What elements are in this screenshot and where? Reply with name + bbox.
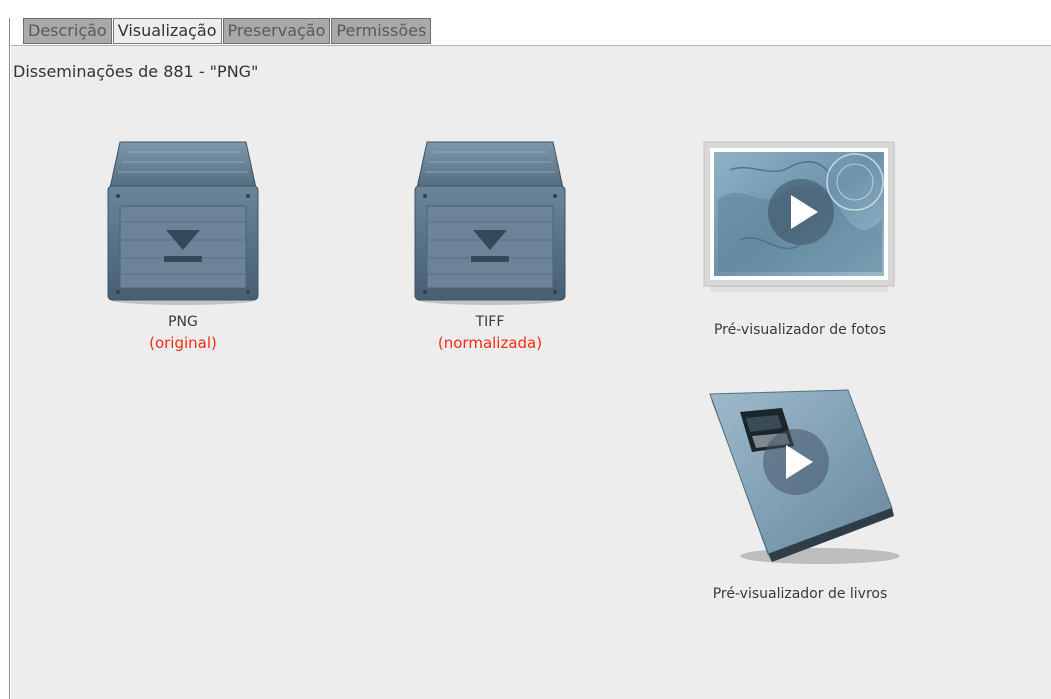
item-label: TIFF — [475, 314, 505, 330]
tab-visualizacao[interactable]: Visualização — [112, 18, 222, 44]
item-label: Pré-visualizador de livros — [712, 586, 888, 602]
photo-previewer-item[interactable]: Pré-visualizador de fotos — [670, 140, 930, 341]
tab-permissoes[interactable]: Permissões — [331, 18, 432, 44]
download-png-item[interactable]: PNG (original) — [98, 138, 268, 353]
item-status: (original) — [149, 334, 217, 352]
photo-preview-icon — [703, 141, 895, 292]
item-label: PNG — [168, 314, 198, 330]
book-previewer-item[interactable]: Pré-visualizador de livros — [670, 388, 930, 605]
tab-descricao[interactable]: Descrição — [23, 18, 112, 44]
book-preview-icon — [709, 389, 900, 564]
package-download-icon — [107, 141, 259, 305]
item-status: (normalizada) — [437, 334, 543, 352]
left-border-line — [9, 18, 10, 699]
download-tiff-item[interactable]: TIFF (normalizada) — [405, 138, 575, 353]
tab-bar: Descrição Visualização Preservação Permi… — [23, 18, 432, 44]
package-download-icon — [414, 141, 566, 305]
page-title: Disseminações de 881 - "PNG" — [13, 62, 259, 81]
tab-preservacao[interactable]: Preservação — [222, 18, 331, 44]
